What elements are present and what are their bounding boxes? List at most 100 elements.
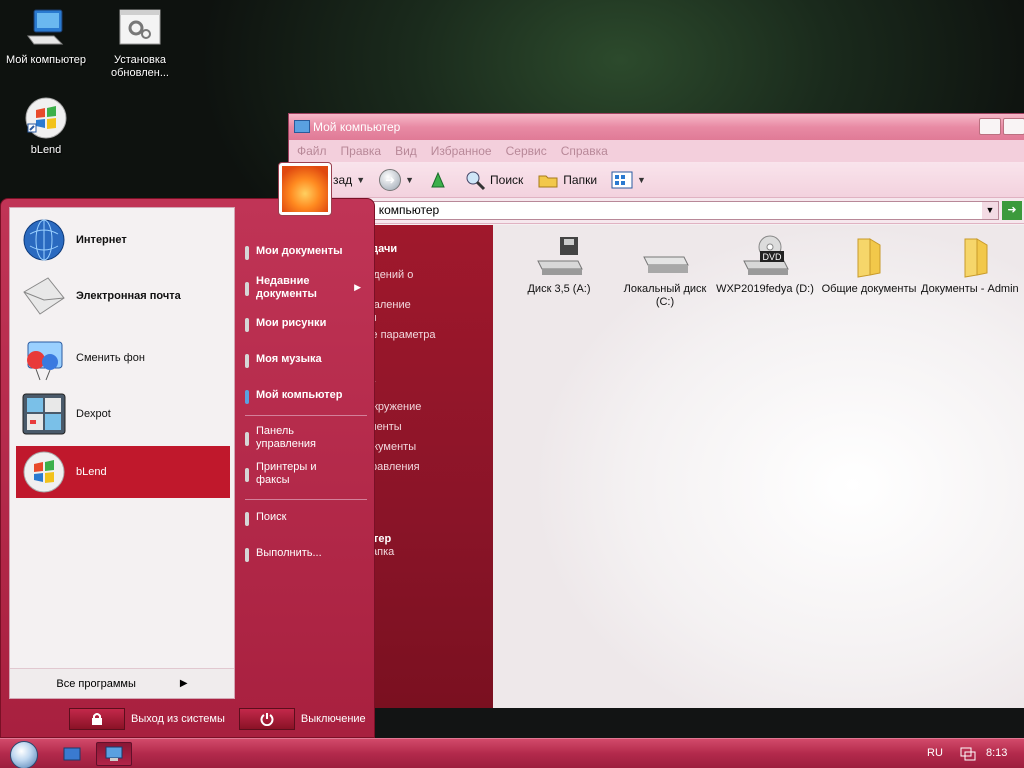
drive-d[interactable]: DVD WXP2019fedya (D:) [713,235,817,296]
menu-separator [245,415,367,416]
desktop-icon-updates[interactable]: Установка обновлен... [92,6,188,80]
place-label: Панель управления [256,425,316,450]
start-item-internet[interactable]: Интернет [16,214,230,266]
taskbar: RU 8:13 [0,738,1024,768]
explorer-window[interactable]: Мой компьютер Файл Правка Вид Избранное … [288,113,1024,710]
place-label: Выполнить... [256,547,322,559]
desktop-icon [63,747,81,761]
mail-envelope-icon [23,277,65,315]
flower-picture [282,166,328,212]
drive-floppy[interactable]: Диск 3,5 (A:) [507,235,611,296]
place-label: Мои рисунки [256,317,327,329]
run-icon [245,548,249,562]
place-label: Мои документы [256,245,343,257]
start-item-dexpot[interactable]: Dexpot [16,388,230,440]
start-item-email[interactable]: Электронная почта [16,270,230,322]
folders-label: Папки [563,172,598,187]
menu-edit[interactable]: Правка [341,144,382,158]
windows-logo-icon [25,97,67,139]
menu-file[interactable]: Файл [297,144,327,158]
place-label: Мой компьютер [256,389,343,401]
dvd-drive-icon: DVD [743,235,789,275]
chevron-down-icon[interactable]: ▼ [405,175,414,185]
place-my-music[interactable]: Моя музыка [241,353,371,368]
content-area[interactable]: Диск 3,5 (A:) Локальный диск (C:) DVD WX… [493,225,1024,709]
logoff-button[interactable]: Выход из системы [69,708,225,730]
start-button[interactable] [10,741,38,768]
folder-label: Документы - Admin [921,283,1019,295]
desktop-icon-blend[interactable]: bLend [0,96,94,157]
place-recent-documents[interactable]: Недавние документы ▶ [241,275,371,301]
language-indicator[interactable]: RU [927,747,943,759]
menu-separator [245,499,367,500]
place-search[interactable]: Поиск [241,511,371,526]
menu-help[interactable]: Справка [561,144,608,158]
start-item-change-wallpaper[interactable]: Сменить фон [16,332,230,384]
drive-label: Диск 3,5 (A:) [527,283,591,295]
place-run[interactable]: Выполнить... [241,547,371,562]
menu-favorites[interactable]: Избранное [431,144,492,158]
search-button[interactable]: Поиск [460,169,527,191]
restore-button[interactable] [979,118,1001,135]
bullet-icon [245,246,249,260]
window-title: Мой компьютер [313,120,401,134]
all-programs-button[interactable]: Все программы ▶ [10,668,234,698]
forward-button[interactable]: ➜ ▼ [375,168,418,191]
bullet-icon [245,282,249,296]
chevron-down-icon[interactable]: ▼ [637,175,646,185]
balloons-icon [27,341,63,381]
network-icon[interactable] [960,747,976,761]
place-label: Поиск [256,511,287,523]
task-pane-header[interactable]: тер [373,533,391,545]
folder-icon [964,238,988,278]
desktop-icon-label: Мой компьютер [5,54,87,66]
taskbar-my-computer[interactable] [96,742,132,766]
chevron-down-icon[interactable]: ▼ [982,202,998,219]
shutdown-button[interactable]: Выключение [238,708,366,730]
user-avatar[interactable] [278,162,332,216]
toolbar: зад ▼ ➜ ▼ Поиск Папки ▼ [289,162,1024,198]
computer-icon [27,9,64,45]
desktop-icon-my-computer[interactable]: Мой компьютер [0,6,94,67]
back-button[interactable]: зад ▼ [329,173,369,187]
globe-icon [23,219,65,261]
menu-tools[interactable]: Сервис [506,144,547,158]
place-my-pictures[interactable]: Мои рисунки [241,317,371,332]
folders-button[interactable]: Папки [533,169,601,191]
menu-view[interactable]: Вид [395,144,417,158]
up-button[interactable] [424,169,454,191]
place-control-panel[interactable]: Панель управления [241,425,371,451]
start-item-label: Dexpot [76,408,111,420]
close-button[interactable] [1003,118,1024,135]
place-label: Недавние документы [256,275,317,300]
show-desktop-button[interactable] [54,742,90,766]
desktop-icon-label: bLend [30,144,62,156]
chevron-down-icon[interactable]: ▼ [356,175,365,185]
task-link[interactable]: окружение [367,401,421,413]
desktop-icon-label: Установка обновлен... [111,54,169,79]
drive-c[interactable]: Локальный диск (C:) [613,235,717,309]
folder-shared-docs[interactable]: Общие документы [817,235,921,296]
power-icon [238,708,295,730]
window-title-bar[interactable]: Мой компьютер [289,114,1024,140]
dvd-badge: DVD [762,252,782,262]
clock[interactable]: 8:13 [986,747,1007,759]
pinned-programs: Интернет Электронная почта Сменить фон D… [9,207,235,699]
place-my-documents[interactable]: Мои документы [241,245,371,260]
floppy-drive-icon [537,237,583,275]
address-input[interactable]: ой компьютер ▼ [329,201,999,220]
start-item-label: Сменить фон [76,352,145,364]
go-button[interactable]: ➜ [1002,201,1022,220]
place-my-computer[interactable]: Мой компьютер [241,389,371,404]
lock-icon [69,708,125,730]
start-menu: Интернет Электронная почта Сменить фон D… [0,198,375,738]
place-printers[interactable]: Принтеры и факсы [241,461,371,487]
views-grid-icon [611,171,633,188]
task-link[interactable]: равления [371,461,420,473]
folder-label: Общие документы [821,283,917,295]
folder-admin-docs[interactable]: Документы - Admin [921,235,1024,296]
bullet-icon [245,354,249,368]
start-item-blend[interactable]: bLend [16,446,230,498]
views-button[interactable]: ▼ [607,170,650,190]
arrow-right-icon: ➜ [379,168,402,191]
